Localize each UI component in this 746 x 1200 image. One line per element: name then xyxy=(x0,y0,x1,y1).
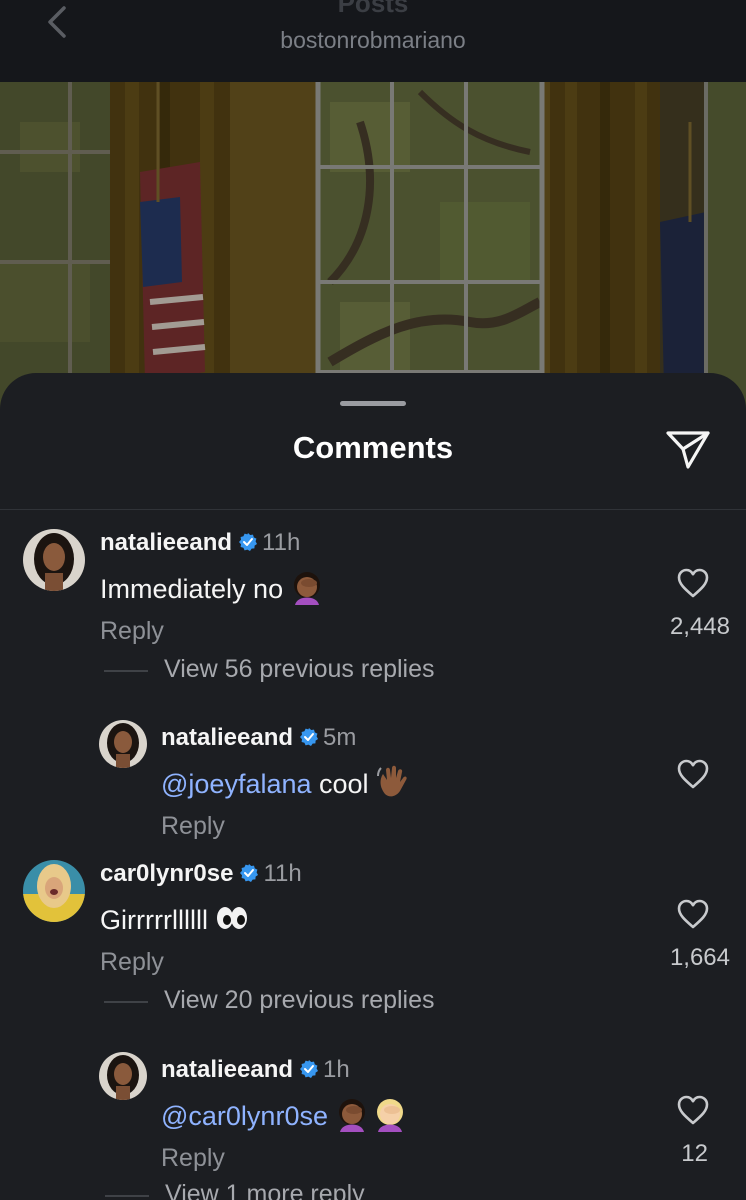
reply-button[interactable]: Reply xyxy=(100,617,164,646)
like-button[interactable] xyxy=(676,758,710,790)
sheet-drag-handle[interactable] xyxy=(340,401,406,406)
mention-link[interactable]: @car0lynr0se xyxy=(161,1101,328,1131)
view-replies-button[interactable]: View 20 previous replies xyxy=(104,986,504,1016)
reply-button[interactable]: Reply xyxy=(100,948,164,977)
share-button[interactable] xyxy=(664,427,712,471)
verified-badge-icon xyxy=(239,533,258,551)
waving-hand-emoji-icon xyxy=(376,765,407,797)
heart-icon xyxy=(677,568,709,598)
view-replies-label: View 20 previous replies xyxy=(164,986,435,1014)
comment-text: Immediately no xyxy=(100,569,325,605)
like-button[interactable] xyxy=(676,567,710,599)
paper-plane-icon xyxy=(666,431,710,469)
comment-header: car0lynr0se 11h xyxy=(100,860,302,888)
view-replies-label: View 1 more reply xyxy=(165,1180,365,1200)
heart-icon xyxy=(677,899,709,929)
like-count: 12 xyxy=(681,1140,708,1167)
comment-header: natalieeand 11h xyxy=(100,529,300,557)
comment-timestamp: 11h xyxy=(263,860,302,887)
comment-text: @car0lynr0se xyxy=(161,1096,408,1132)
heart-icon xyxy=(677,1095,709,1125)
view-replies-button[interactable]: View 1 more reply xyxy=(105,1180,505,1200)
page-title: Posts xyxy=(337,0,409,18)
comments-sheet: Comments natalieeand 11h Immediately no R… xyxy=(0,373,746,1200)
comment-text: Girrrrrllllll xyxy=(100,900,250,936)
mention-link[interactable]: @joeyfalana xyxy=(161,769,312,799)
comment-username[interactable]: natalieeand xyxy=(100,529,232,556)
top-navigation-bar: Posts bostonrobmariano xyxy=(0,0,746,82)
page-subtitle-username[interactable]: bostonrobmariano xyxy=(0,27,746,54)
facepalm-emoji-icon xyxy=(376,1099,403,1132)
comment-timestamp: 5m xyxy=(323,724,357,751)
reply-button[interactable]: Reply xyxy=(161,1144,225,1173)
facepalm-emoji-icon xyxy=(338,1099,365,1132)
reply-button[interactable]: Reply xyxy=(161,812,225,841)
view-replies-label: View 56 previous replies xyxy=(164,655,435,683)
avatar[interactable] xyxy=(23,860,85,922)
comment-header: natalieeand 5m xyxy=(161,724,356,752)
reply-item: natalieeand 1h @car0lynr0se Reply 12 View… xyxy=(0,1050,746,1200)
post-image xyxy=(0,82,746,422)
reply-item: natalieeand 5m @joeyfalana cool Reply xyxy=(0,718,746,848)
replies-line xyxy=(104,1001,148,1003)
verified-badge-icon xyxy=(240,864,259,882)
like-count: 2,448 xyxy=(669,613,730,640)
avatar[interactable] xyxy=(23,529,85,591)
comment-username[interactable]: natalieeand xyxy=(161,724,293,751)
eyes-emoji-icon xyxy=(216,907,247,929)
avatar[interactable] xyxy=(99,720,147,768)
comment-text: @joeyfalana cool xyxy=(161,764,411,800)
comment-item: car0lynr0se 11h Girrrrrllllll Reply 1,664… xyxy=(0,856,746,1016)
replies-line xyxy=(104,670,148,672)
avatar[interactable] xyxy=(99,1052,147,1100)
comment-timestamp: 1h xyxy=(323,1056,350,1083)
like-button[interactable] xyxy=(676,898,710,930)
comment-username[interactable]: car0lynr0se xyxy=(100,860,233,887)
heart-icon xyxy=(677,759,709,789)
comment-item: natalieeand 11h Immediately no Reply 2,44… xyxy=(0,523,746,683)
replies-line xyxy=(105,1195,149,1197)
comment-header: natalieeand 1h xyxy=(161,1056,350,1084)
comment-body: Immediately no xyxy=(100,574,284,604)
view-replies-button[interactable]: View 56 previous replies xyxy=(104,655,504,685)
comment-body: Girrrrrllllll xyxy=(100,905,208,935)
comment-body: cool xyxy=(311,769,369,799)
header-divider xyxy=(0,509,746,510)
comment-timestamp: 11h xyxy=(262,529,301,556)
comments-title: Comments xyxy=(292,430,454,465)
like-count: 1,664 xyxy=(669,944,730,971)
like-button[interactable] xyxy=(676,1094,710,1126)
comment-username[interactable]: natalieeand xyxy=(161,1056,293,1083)
facepalm-emoji-icon xyxy=(294,572,321,605)
verified-badge-icon xyxy=(300,1060,319,1078)
verified-badge-icon xyxy=(300,728,319,746)
